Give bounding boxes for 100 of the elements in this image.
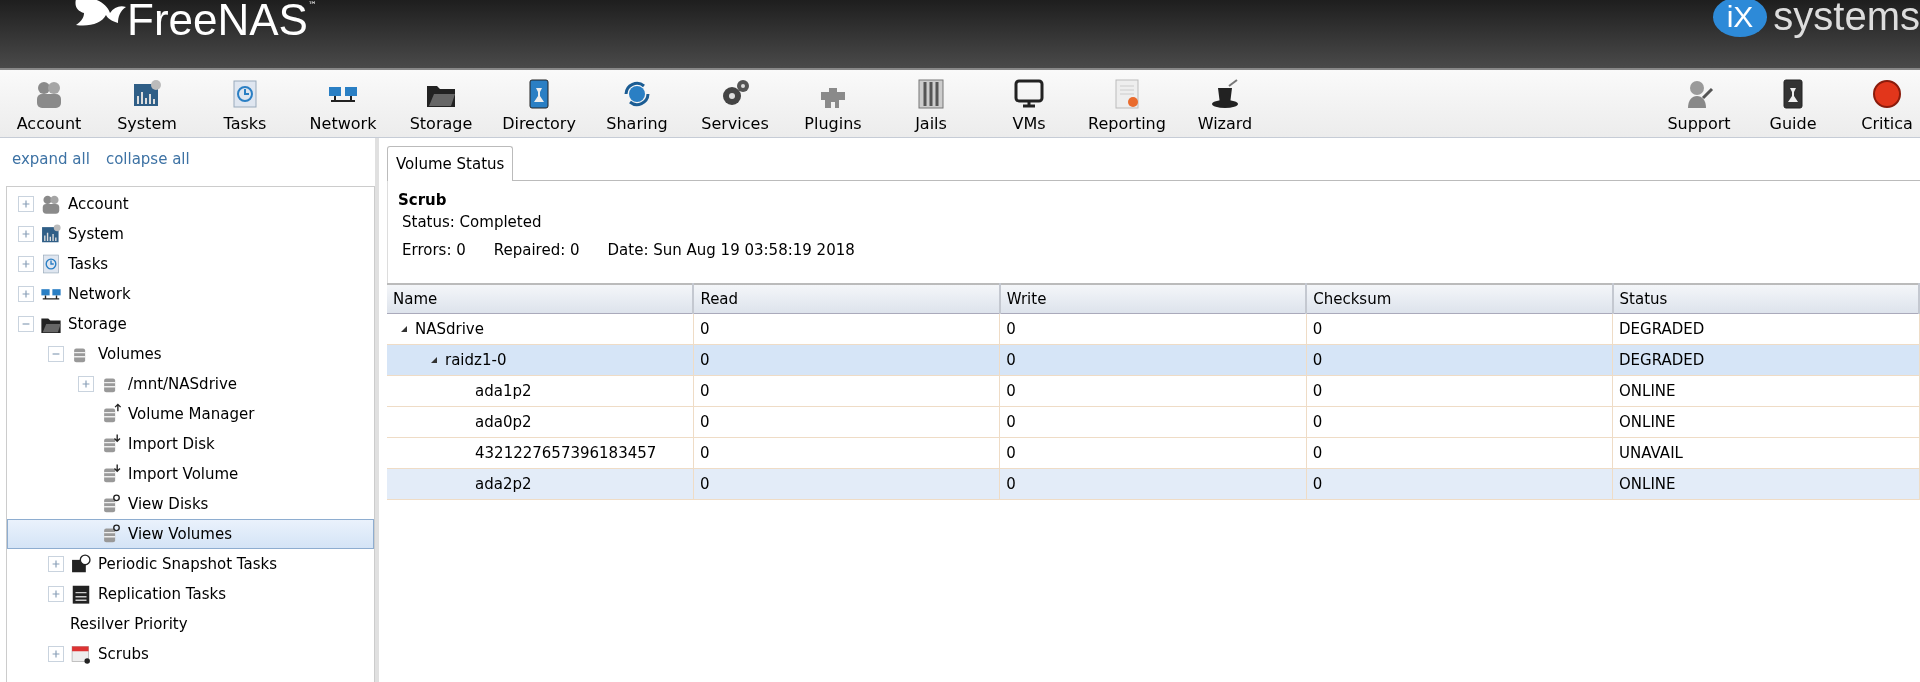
toolbar-button[interactable]: Critica bbox=[1840, 74, 1920, 133]
table-cell: 0 bbox=[1312, 382, 1323, 400]
tree-item[interactable]: Resilver Priority bbox=[7, 609, 374, 639]
toolbar-button[interactable]: Jails bbox=[882, 74, 980, 133]
column-header[interactable]: Status bbox=[1612, 284, 1919, 314]
expander-icon[interactable] bbox=[18, 286, 34, 302]
table-cell: 0 bbox=[1312, 444, 1323, 462]
table-cell: 0 bbox=[699, 382, 710, 400]
table-cell: NASdrive bbox=[415, 320, 484, 338]
tree-item[interactable]: Network bbox=[7, 279, 374, 309]
tree-item[interactable]: Tasks bbox=[7, 249, 374, 279]
tree-label: Periodic Snapshot Tasks bbox=[98, 555, 278, 573]
table-cell: 0 bbox=[1006, 475, 1016, 493]
table-cell: 0 bbox=[1312, 475, 1323, 493]
tree-item[interactable]: Periodic Snapshot Tasks bbox=[7, 549, 374, 579]
column-header[interactable]: Read bbox=[693, 284, 1000, 314]
table-cell: 0 bbox=[699, 475, 710, 493]
tree-label: Account bbox=[68, 195, 129, 213]
expander-icon[interactable] bbox=[18, 196, 34, 212]
column-header[interactable]: Checksum bbox=[1306, 284, 1613, 314]
toolbar-button[interactable]: Support bbox=[1652, 74, 1746, 133]
expander-icon[interactable] bbox=[48, 346, 64, 362]
tree-label: Tasks bbox=[68, 255, 109, 273]
toolbar-button[interactable]: System bbox=[98, 74, 196, 133]
tree-item[interactable]: /mnt/NASdrive bbox=[7, 369, 374, 399]
tree-item[interactable]: Account bbox=[7, 189, 374, 219]
toolbar-button[interactable]: Wizard bbox=[1176, 74, 1274, 133]
tree-item[interactable]: View Volumes bbox=[7, 519, 374, 549]
partner-badge: iX bbox=[1712, 0, 1768, 37]
toolbar-button[interactable]: Plugins bbox=[784, 74, 882, 133]
expander-icon[interactable] bbox=[48, 586, 64, 602]
toolbar-button[interactable]: Storage bbox=[392, 74, 490, 133]
table-cell: 0 bbox=[1312, 413, 1323, 431]
expander-icon[interactable] bbox=[18, 226, 34, 242]
table-cell: 0 bbox=[699, 351, 710, 369]
scrub-repaired: Repaired: 0 bbox=[493, 241, 580, 259]
tree-item[interactable]: System bbox=[7, 219, 374, 249]
logo-text: FreeNAS bbox=[127, 0, 308, 46]
table-cell: 4321227657396183457 bbox=[475, 444, 657, 462]
scrub-status: Status: Completed bbox=[402, 213, 543, 231]
chart-icon bbox=[40, 223, 62, 245]
toolbar-button[interactable]: Network bbox=[294, 74, 392, 133]
table-cell: DEGRADED bbox=[1619, 351, 1705, 369]
expander-icon[interactable] bbox=[18, 316, 34, 332]
tree-item[interactable]: Import Volume bbox=[7, 459, 374, 489]
tree-label: System bbox=[68, 225, 124, 243]
column-header[interactable]: Write bbox=[999, 284, 1307, 314]
table-cell: raidz1-0 bbox=[445, 351, 507, 369]
table-cell: 0 bbox=[1006, 320, 1016, 338]
toolbar-button[interactable]: Guide bbox=[1746, 74, 1840, 133]
tree-item[interactable]: Import Disk bbox=[7, 429, 374, 459]
expander-icon[interactable] bbox=[18, 256, 34, 272]
trademark: ™ bbox=[307, 0, 317, 10]
tree-label: Replication Tasks bbox=[98, 585, 226, 603]
expander-icon[interactable] bbox=[48, 646, 64, 662]
toolbar-button[interactable]: Tasks bbox=[196, 74, 294, 133]
bars-icon bbox=[915, 78, 947, 110]
tree-label: /mnt/NASdrive bbox=[128, 375, 238, 393]
table-cell: 0 bbox=[699, 320, 710, 338]
toolbar-button[interactable]: Directory bbox=[490, 74, 588, 133]
scrub-errors: Errors: 0 bbox=[402, 241, 466, 259]
tree-item[interactable]: View Disks bbox=[7, 489, 374, 519]
tree-label: Resilver Priority bbox=[70, 615, 188, 633]
tree-item[interactable]: Storage bbox=[7, 309, 374, 339]
toolbar-button[interactable]: Services bbox=[686, 74, 784, 133]
table-cell: ada0p2 bbox=[475, 413, 532, 431]
table-cell: ONLINE bbox=[1619, 413, 1676, 431]
clock-icon bbox=[40, 253, 62, 275]
toolbar-button[interactable]: Sharing bbox=[588, 74, 686, 133]
toolbar-button[interactable]: Reporting bbox=[1078, 74, 1176, 133]
table-cell: 0 bbox=[1312, 351, 1323, 369]
table-cell: ada2p2 bbox=[475, 475, 532, 493]
table-cell: 0 bbox=[1006, 444, 1016, 462]
toolbar-button[interactable]: Account bbox=[0, 74, 98, 133]
tree-item[interactable]: Scrubs bbox=[7, 639, 374, 669]
tree-label: View Volumes bbox=[128, 525, 232, 543]
table-cell: 0 bbox=[699, 444, 710, 462]
expander-icon[interactable] bbox=[78, 376, 94, 392]
tree-item[interactable]: Replication Tasks bbox=[7, 579, 374, 609]
tree-link[interactable]: collapse all bbox=[105, 150, 190, 168]
tree-label: View Disks bbox=[128, 495, 209, 513]
tree-label: Volumes bbox=[98, 345, 162, 363]
toolbar-button[interactable]: VMs bbox=[980, 74, 1078, 133]
tree-label: Scrubs bbox=[98, 645, 149, 663]
table-cell: ada1p2 bbox=[475, 382, 532, 400]
alert-icon bbox=[1871, 78, 1903, 110]
tree-item[interactable]: Volume Manager bbox=[7, 399, 374, 429]
tree-item[interactable]: Volumes bbox=[7, 339, 374, 369]
section-title: Scrub bbox=[398, 191, 448, 209]
expander-icon[interactable] bbox=[48, 556, 64, 572]
tree-label: Volume Manager bbox=[128, 405, 255, 423]
tree-link[interactable]: expand all bbox=[12, 150, 90, 168]
tab[interactable]: Volume Status bbox=[387, 146, 514, 181]
table-cell: 0 bbox=[1006, 382, 1016, 400]
tree-label: Import Volume bbox=[128, 465, 239, 483]
expand-triangle-icon[interactable] bbox=[399, 324, 409, 334]
expand-triangle-icon[interactable] bbox=[429, 355, 439, 365]
tree-label: Storage bbox=[68, 315, 127, 333]
table-cell: UNAVAIL bbox=[1619, 444, 1683, 462]
column-header[interactable]: Name bbox=[387, 284, 694, 314]
